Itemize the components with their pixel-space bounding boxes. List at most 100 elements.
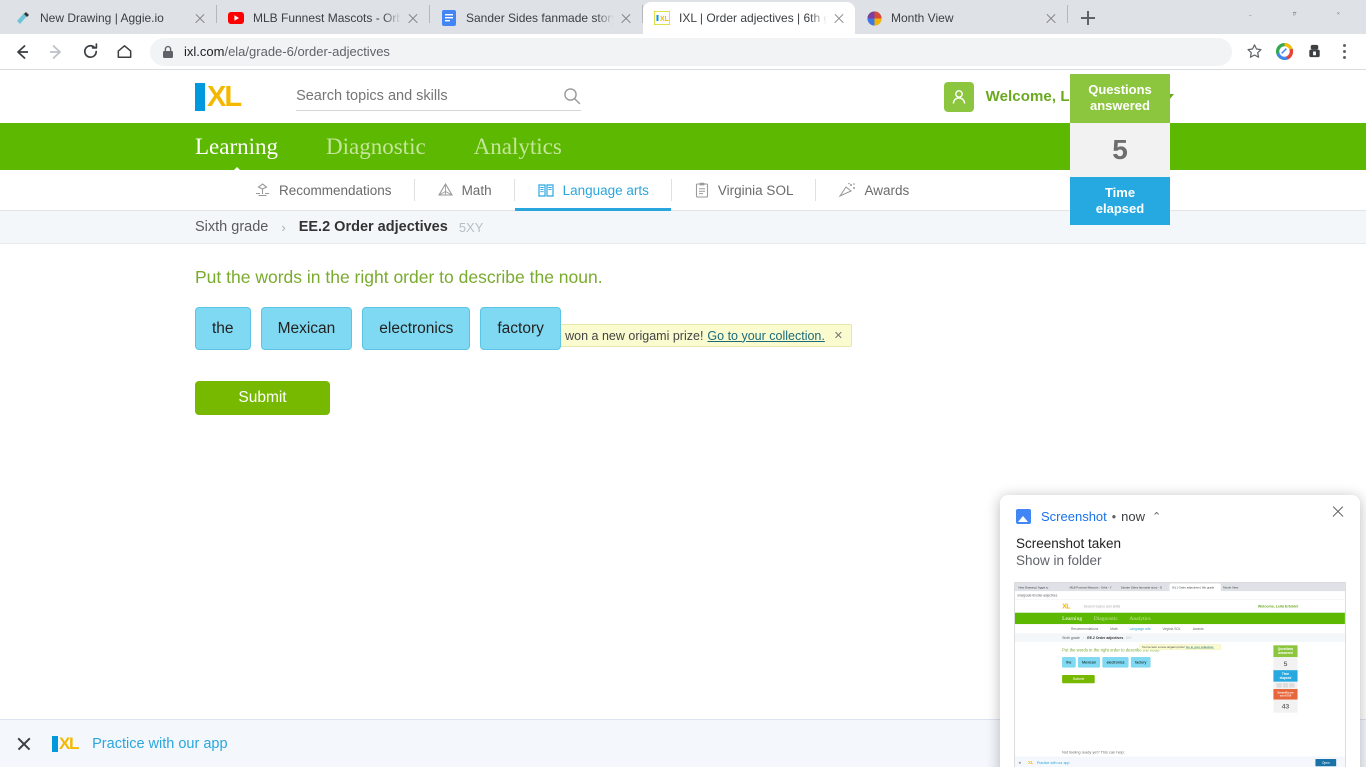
tab-recommendations[interactable]: Recommendations	[232, 170, 414, 210]
tab-virginia-sol[interactable]: Virginia SOL	[672, 170, 816, 210]
browser-tab-2[interactable]: MLB Funnest Mascots - Orbit - Y	[217, 2, 429, 34]
thumb-score-panel: Questions answered 5 Time elapsed SmartS…	[1273, 645, 1298, 713]
question-area: Put the words in the right order to desc…	[0, 244, 1366, 415]
browser-window: New Drawing | Aggie.io MLB Funnest Masco…	[0, 0, 1366, 768]
tab-awards[interactable]: Awards	[816, 170, 931, 210]
thumb-primary-nav: Learning Diagnostic Analytics	[1015, 612, 1345, 625]
thumb-questions-answered-label: Questions answered	[1273, 645, 1298, 658]
thumb-breadcrumb: Sixth grade › EE.2 Order adjectives 5XY	[1015, 633, 1345, 642]
image-file-icon	[1016, 509, 1031, 524]
breadcrumb-grade[interactable]: Sixth grade	[195, 219, 268, 235]
search-box[interactable]	[296, 83, 582, 111]
thumb-address-bar: /ela/grade-6/order-adjectives	[1015, 591, 1345, 600]
thumb-sub-tab: Language arts	[1129, 627, 1151, 631]
minimize-window-button[interactable]	[1232, 1, 1276, 33]
thumb-tab-strip: New Drawing | Aggie.io MLB Funnest Masco…	[1015, 583, 1345, 592]
tab-label: Virginia SOL	[717, 182, 794, 198]
tab-separator	[1067, 4, 1068, 23]
forward-arrow-icon[interactable]	[42, 38, 70, 66]
logo-i-bar	[52, 735, 58, 752]
download-notification-panel: Screenshot • now ⌃ Screenshot taken Show…	[1000, 495, 1360, 767]
browser-tab-4-active[interactable]: XL IXL | Order adjectives | 6th grade	[643, 2, 855, 34]
tab-close-icon[interactable]	[405, 10, 421, 26]
close-window-button[interactable]	[1320, 1, 1364, 33]
ixl-logo[interactable]: XL	[195, 80, 242, 113]
time-elapsed-label: Time elapsed	[1070, 176, 1170, 225]
address-bar[interactable]: ixl.com/ela/grade-6/order-adjectives	[150, 37, 1232, 66]
thumb-tab: IXL | Order adjectives | 6th grade	[1169, 583, 1221, 592]
nav-item-learning[interactable]: Learning	[195, 134, 278, 160]
tab-label: Awards	[864, 182, 910, 198]
nav-item-analytics[interactable]: Analytics	[474, 134, 562, 160]
tab-close-icon[interactable]	[192, 10, 208, 26]
tab-close-icon[interactable]	[618, 10, 634, 26]
google-docs-icon	[441, 10, 457, 26]
thumb-time-elapsed-label: Time elapsed	[1273, 670, 1298, 682]
thumb-tab: New Drawing | Aggie.io	[1018, 585, 1049, 590]
thumb-prize-link: Go to your collection.	[1185, 645, 1215, 649]
download-close-icon[interactable]	[1328, 501, 1348, 521]
thumb-smartscore-label: SmartScore out of 100	[1273, 689, 1298, 700]
logo-xl-text: XL	[207, 80, 242, 113]
thumb-search-placeholder: Search topics and skills	[1083, 604, 1121, 609]
thumb-qa-l2: answered	[1278, 651, 1293, 655]
thumb-tab: Month View	[1223, 585, 1239, 590]
submit-button[interactable]: Submit	[195, 381, 330, 415]
profile-color-icon[interactable]	[1270, 38, 1298, 66]
browser-tab-5[interactable]: Month View	[855, 2, 1067, 34]
pyramid-icon	[437, 182, 454, 198]
back-arrow-icon[interactable]	[8, 38, 36, 66]
tab-close-icon[interactable]	[1043, 10, 1059, 26]
questions-answered-value: 5	[1070, 122, 1170, 177]
tab-label: Recommendations	[279, 182, 392, 198]
chrome-menu-icon[interactable]	[1330, 38, 1358, 66]
lock-icon	[162, 45, 174, 59]
show-in-folder-link[interactable]: Show in folder	[1016, 553, 1344, 568]
browser-tab-3[interactable]: Sander Sides fanmade story - G	[430, 2, 642, 34]
screenshot-thumbnail[interactable]: New Drawing | Aggie.io MLB Funnest Masco…	[1014, 582, 1346, 767]
word-tile[interactable]: Mexican	[260, 307, 353, 350]
page-viewport: XL Welcome, Leila Ertekin! Learning Diag…	[0, 70, 1366, 767]
download-file-name[interactable]: Screenshot	[1041, 509, 1107, 524]
word-tile[interactable]: electronics	[362, 307, 471, 350]
thumb-timer-digits	[1273, 681, 1298, 690]
tab-math[interactable]: Math	[415, 170, 514, 210]
bookmark-star-icon[interactable]	[1240, 38, 1268, 66]
clipboard-icon	[694, 182, 710, 198]
thumb-logo-small: XL	[1028, 760, 1034, 765]
thumb-url: /ela/grade-6/order-adjectives	[1017, 593, 1058, 598]
home-icon[interactable]	[110, 38, 138, 66]
tab-close-icon[interactable]	[831, 10, 847, 26]
restore-window-button[interactable]	[1276, 1, 1320, 33]
svg-text:XL: XL	[660, 16, 670, 23]
word-tile[interactable]: factory	[480, 307, 561, 350]
breadcrumb-separator-icon: ›	[281, 219, 286, 235]
browser-toolbar: ixl.com/ela/grade-6/order-adjectives	[0, 34, 1366, 70]
word-tile[interactable]: the	[195, 307, 251, 350]
thumb-breadcrumb-skill: EE.2 Order adjectives	[1087, 636, 1124, 640]
search-icon[interactable]	[563, 87, 581, 105]
tab-label: Language arts	[562, 182, 649, 198]
new-tab-button[interactable]	[1074, 4, 1102, 32]
nav-item-diagnostic[interactable]: Diagnostic	[326, 134, 426, 160]
extension-icon[interactable]	[1300, 38, 1328, 66]
thumb-breadcrumb-grade: Sixth grade	[1062, 636, 1080, 640]
thumb-tab: Sander Sides fanmade story - G	[1120, 585, 1163, 590]
practice-with-app-link[interactable]: Practice with our app	[92, 736, 227, 752]
open-book-icon	[537, 182, 555, 198]
browser-tab-1[interactable]: New Drawing | Aggie.io	[4, 2, 216, 34]
thumb-sub-tab: Virginia SOL	[1162, 627, 1181, 631]
window-controls	[1232, 0, 1366, 34]
reload-icon[interactable]	[76, 38, 104, 66]
thumb-sub-nav: Recommendations Math Language arts Virgi…	[1015, 624, 1345, 634]
close-icon[interactable]	[14, 734, 34, 754]
chevron-up-icon[interactable]: ⌃	[1152, 510, 1161, 523]
aggie-icon	[15, 10, 31, 26]
url-text: ixl.com/ela/grade-6/order-adjectives	[184, 44, 390, 59]
thumb-prize-banner: You've won a new origami prize! Go to yo…	[1139, 644, 1221, 650]
tab-title: Sander Sides fanmade story - G	[466, 11, 614, 25]
thumb-sub-tab: Awards	[1192, 627, 1204, 631]
tab-language-arts[interactable]: Language arts	[514, 170, 672, 211]
thumb-smartscore-value: 43	[1273, 699, 1298, 713]
search-input[interactable]	[296, 88, 564, 104]
